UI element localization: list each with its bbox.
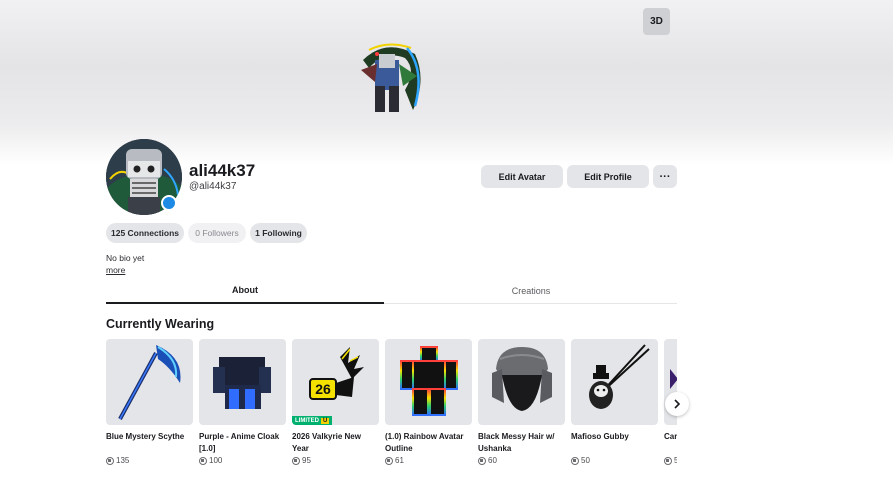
connections-pill[interactable]: 125 Connections (106, 223, 184, 243)
item-thumbnail (478, 339, 565, 425)
wearing-item[interactable]: 26 LIMITED U 2026 Valkyrie New Year 95 (292, 339, 379, 465)
robux-icon (664, 456, 672, 465)
edit-avatar-button[interactable]: Edit Avatar (481, 165, 563, 188)
tab-creations[interactable]: Creations (391, 278, 671, 304)
robux-icon (385, 456, 393, 465)
cloak-icon (213, 357, 271, 409)
item-price: 95 (292, 456, 379, 465)
item-name: Blue Mystery Scythe (106, 432, 185, 441)
item-price: 50 (571, 456, 658, 465)
profile-tabs: About Creations (106, 278, 677, 304)
following-pill[interactable]: 1 Following (250, 223, 307, 243)
item-name: 2026 Valkyrie New Year (292, 432, 361, 453)
robux-icon (199, 456, 207, 465)
chevron-right-icon (674, 399, 681, 409)
svg-text:26: 26 (315, 381, 331, 397)
edit-profile-button[interactable]: Edit Profile (567, 165, 649, 188)
item-price: 5 (664, 456, 677, 465)
item-price: 135 (106, 456, 193, 465)
more-options-button[interactable]: ··· (653, 165, 677, 188)
currently-wearing-title: Currently Wearing (106, 317, 215, 331)
gubby-icon (589, 344, 650, 409)
bio-text: No bio yet (106, 253, 145, 263)
carousel-next-button[interactable] (665, 392, 689, 416)
wearing-item[interactable]: Black Messy Hair w/ Ushanka 60 (478, 339, 565, 465)
followers-pill[interactable]: 0 Followers (188, 223, 246, 243)
wearing-item[interactable]: Blue Mystery Scythe 135 (106, 339, 193, 465)
item-name: Mafioso Gubby (571, 432, 629, 441)
item-name: Car Dra (664, 432, 677, 441)
item-name: (1.0) Rainbow Avatar Outline (385, 432, 464, 453)
wearing-item[interactable]: Mafioso Gubby 50 (571, 339, 658, 465)
item-name: Black Messy Hair w/ Ushanka (478, 432, 555, 453)
tab-about[interactable]: About (106, 278, 384, 304)
display-name: ali44k37 (189, 161, 256, 180)
valkyrie-helmet-icon: 26 (309, 347, 364, 400)
limited-badge: LIMITED U (292, 416, 333, 425)
wearing-item[interactable]: Purple - Anime Cloak [1.0] 100 (199, 339, 286, 465)
item-price: 61 (385, 456, 472, 465)
item-price: 60 (478, 456, 565, 465)
bio-more-link[interactable]: more (106, 265, 125, 275)
item-price: 100 (199, 456, 286, 465)
robux-icon (571, 456, 579, 465)
avatar-3d-render[interactable] (355, 40, 427, 118)
username: @ali44k37 (189, 181, 237, 192)
robux-icon (478, 456, 486, 465)
item-name: Purple - Anime Cloak [1.0] (199, 432, 280, 453)
scythe-icon (118, 345, 181, 420)
rainbow-outline-icon (400, 346, 458, 416)
ushanka-hair-icon (492, 347, 552, 411)
currently-wearing-carousel: Blue Mystery Scythe 135 Purple - Anime C… (106, 339, 677, 481)
robux-icon (292, 456, 300, 465)
item-thumbnail (106, 339, 193, 425)
online-status-icon (161, 195, 177, 211)
item-thumbnail (385, 339, 472, 425)
item-thumbnail (199, 339, 286, 425)
robux-icon (106, 456, 114, 465)
item-thumbnail (571, 339, 658, 425)
item-thumbnail: 26 LIMITED U (292, 339, 379, 425)
wearing-item[interactable]: (1.0) Rainbow Avatar Outline 61 (385, 339, 472, 465)
view-3d-button[interactable]: 3D (643, 8, 670, 35)
